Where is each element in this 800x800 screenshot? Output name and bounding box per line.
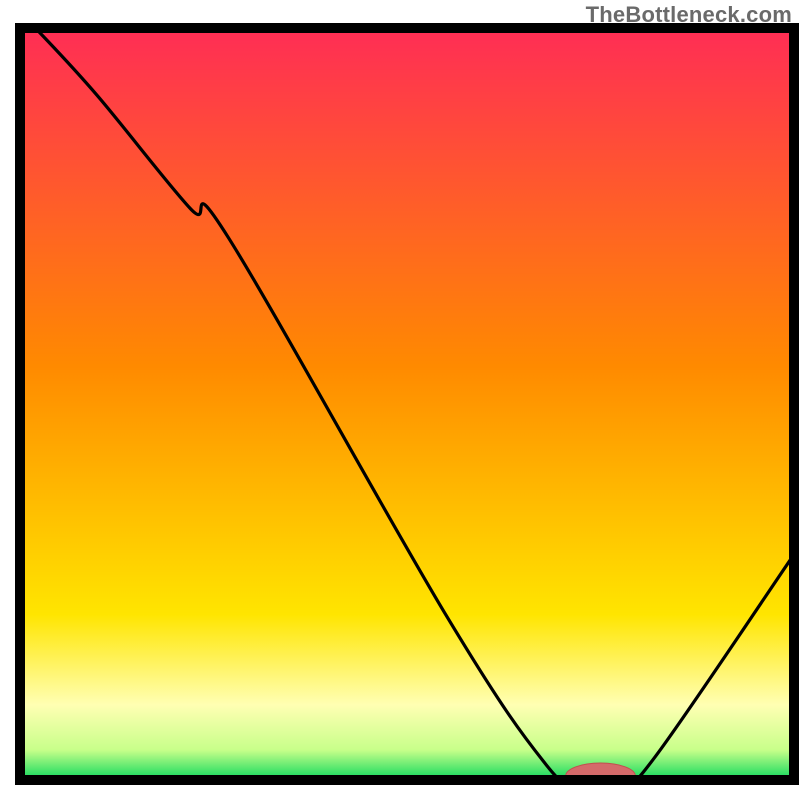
chart-container: { "watermark": "TheBottleneck.com", "col… — [0, 0, 800, 800]
bottleneck-chart — [0, 0, 800, 800]
watermark-text: TheBottleneck.com — [586, 2, 792, 28]
